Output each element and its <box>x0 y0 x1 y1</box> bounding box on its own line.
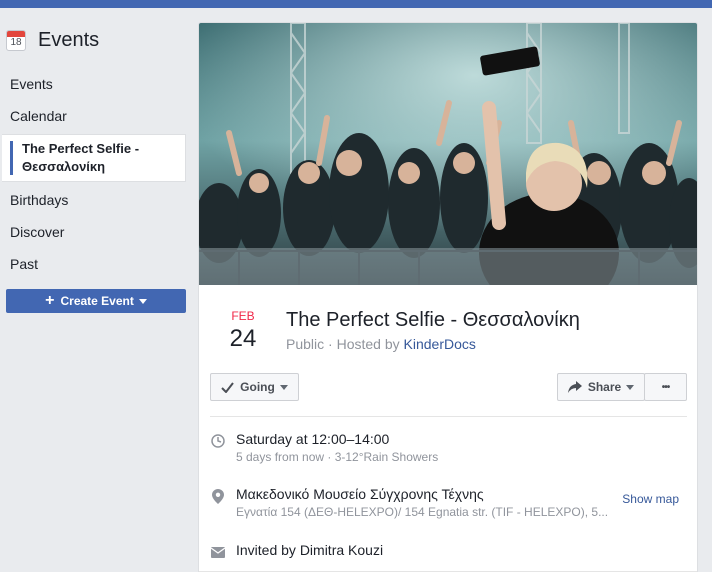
sidebar-item-calendar[interactable]: Calendar <box>0 100 188 132</box>
sidebar-nav: Events Calendar The Perfect Selfie - Θεσ… <box>0 68 188 280</box>
event-card: FEB 24 The Perfect Selfie - Θεσσαλονίκη … <box>198 22 698 572</box>
location-pin-icon <box>210 488 226 504</box>
sidebar-item-birthdays[interactable]: Birthdays <box>0 184 188 216</box>
event-time[interactable]: Saturday at 12:00–14:00 <box>236 431 389 447</box>
create-event-label: Create Event <box>60 294 134 308</box>
event-time-detail: 5 days from now · 3-12°Rain Showers <box>236 450 439 464</box>
top-bar <box>0 0 712 8</box>
check-icon <box>221 381 234 393</box>
create-event-button[interactable]: + Create Event <box>6 289 186 313</box>
sidebar-item-discover[interactable]: Discover <box>0 216 188 248</box>
sidebar-item-current-event[interactable]: The Perfect Selfie - Θεσσαλονίκη <box>2 134 186 182</box>
caret-down-icon <box>279 384 288 390</box>
event-visibility: Public <box>286 336 325 352</box>
sidebar-item-events[interactable]: Events <box>0 68 188 100</box>
more-options-icon: ••• <box>661 381 670 393</box>
event-location[interactable]: Μακεδονικό Μουσείο Σύγχρονης Τέχνης <box>236 486 484 502</box>
caret-down-icon <box>626 384 635 390</box>
event-date-badge: FEB 24 <box>219 309 267 353</box>
caret-down-icon <box>138 298 147 304</box>
event-day: 24 <box>229 325 257 352</box>
envelope-icon <box>210 544 226 560</box>
divider <box>210 416 687 417</box>
going-label: Going <box>240 380 275 394</box>
share-button[interactable]: Share <box>557 373 645 401</box>
event-invited-by[interactable]: Invited by Dimitra Kouzi <box>236 542 383 558</box>
sidebar: 18 Events Events Calendar The Perfect Se… <box>0 8 196 572</box>
show-map-link[interactable]: Show map <box>622 492 679 506</box>
share-icon <box>567 381 582 393</box>
calendar-icon-day: 18 <box>10 36 22 48</box>
going-button[interactable]: Going <box>210 373 299 401</box>
event-address: Εγνατία 154 (ΔΕΘ-HELEXPO)/ 154 Egnatia s… <box>236 505 609 519</box>
event-cover-photo[interactable] <box>199 23 697 285</box>
cover-photo-illustration <box>199 23 697 285</box>
share-label: Share <box>587 380 622 394</box>
clock-icon <box>210 433 226 449</box>
event-month: FEB <box>231 309 255 323</box>
sidebar-header: 18 Events <box>6 28 99 52</box>
event-title: The Perfect Selfie - Θεσσαλονίκη <box>286 309 580 331</box>
event-host-link[interactable]: KinderDocs <box>404 336 476 352</box>
event-subtitle: Public · Hosted by KinderDocs <box>286 336 476 352</box>
plus-icon: + <box>45 292 55 309</box>
hosted-by-prefix: · Hosted by <box>328 336 400 352</box>
more-options-button[interactable]: ••• <box>644 373 687 401</box>
sidebar-item-past[interactable]: Past <box>0 248 188 280</box>
sidebar-title: Events <box>38 28 100 51</box>
calendar-icon: 18 <box>6 29 26 51</box>
